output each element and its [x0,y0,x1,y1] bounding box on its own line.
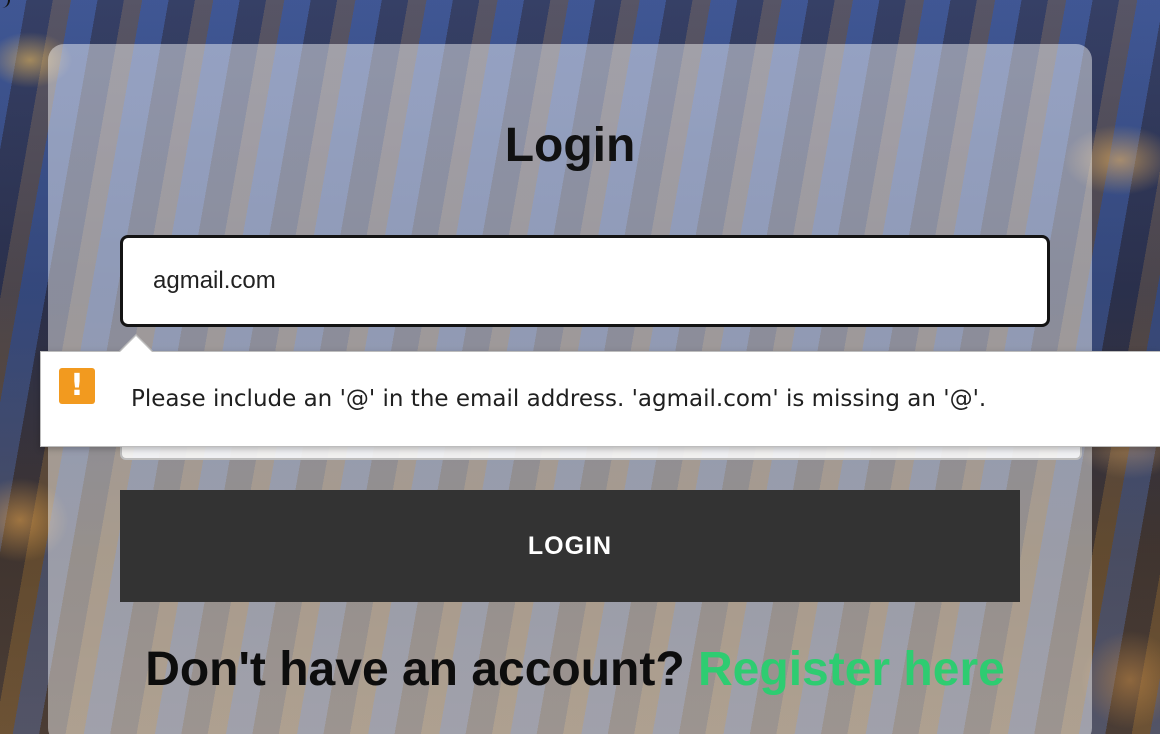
tooltip-arrow-fill [120,336,152,352]
login-button[interactable]: LOGIN [120,490,1020,602]
register-prompt: Don't have an account? Register here [140,638,1010,702]
register-question: Don't have an account? [145,643,685,696]
validation-tooltip: ! Please include an '@' in the email add… [40,351,1160,447]
email-input[interactable] [120,235,1050,327]
validation-message: Please include an '@' in the email addre… [131,386,987,412]
register-link[interactable]: Register here [698,643,1005,696]
page-title: Login [504,119,636,172]
warning-icon: ! [59,368,95,404]
